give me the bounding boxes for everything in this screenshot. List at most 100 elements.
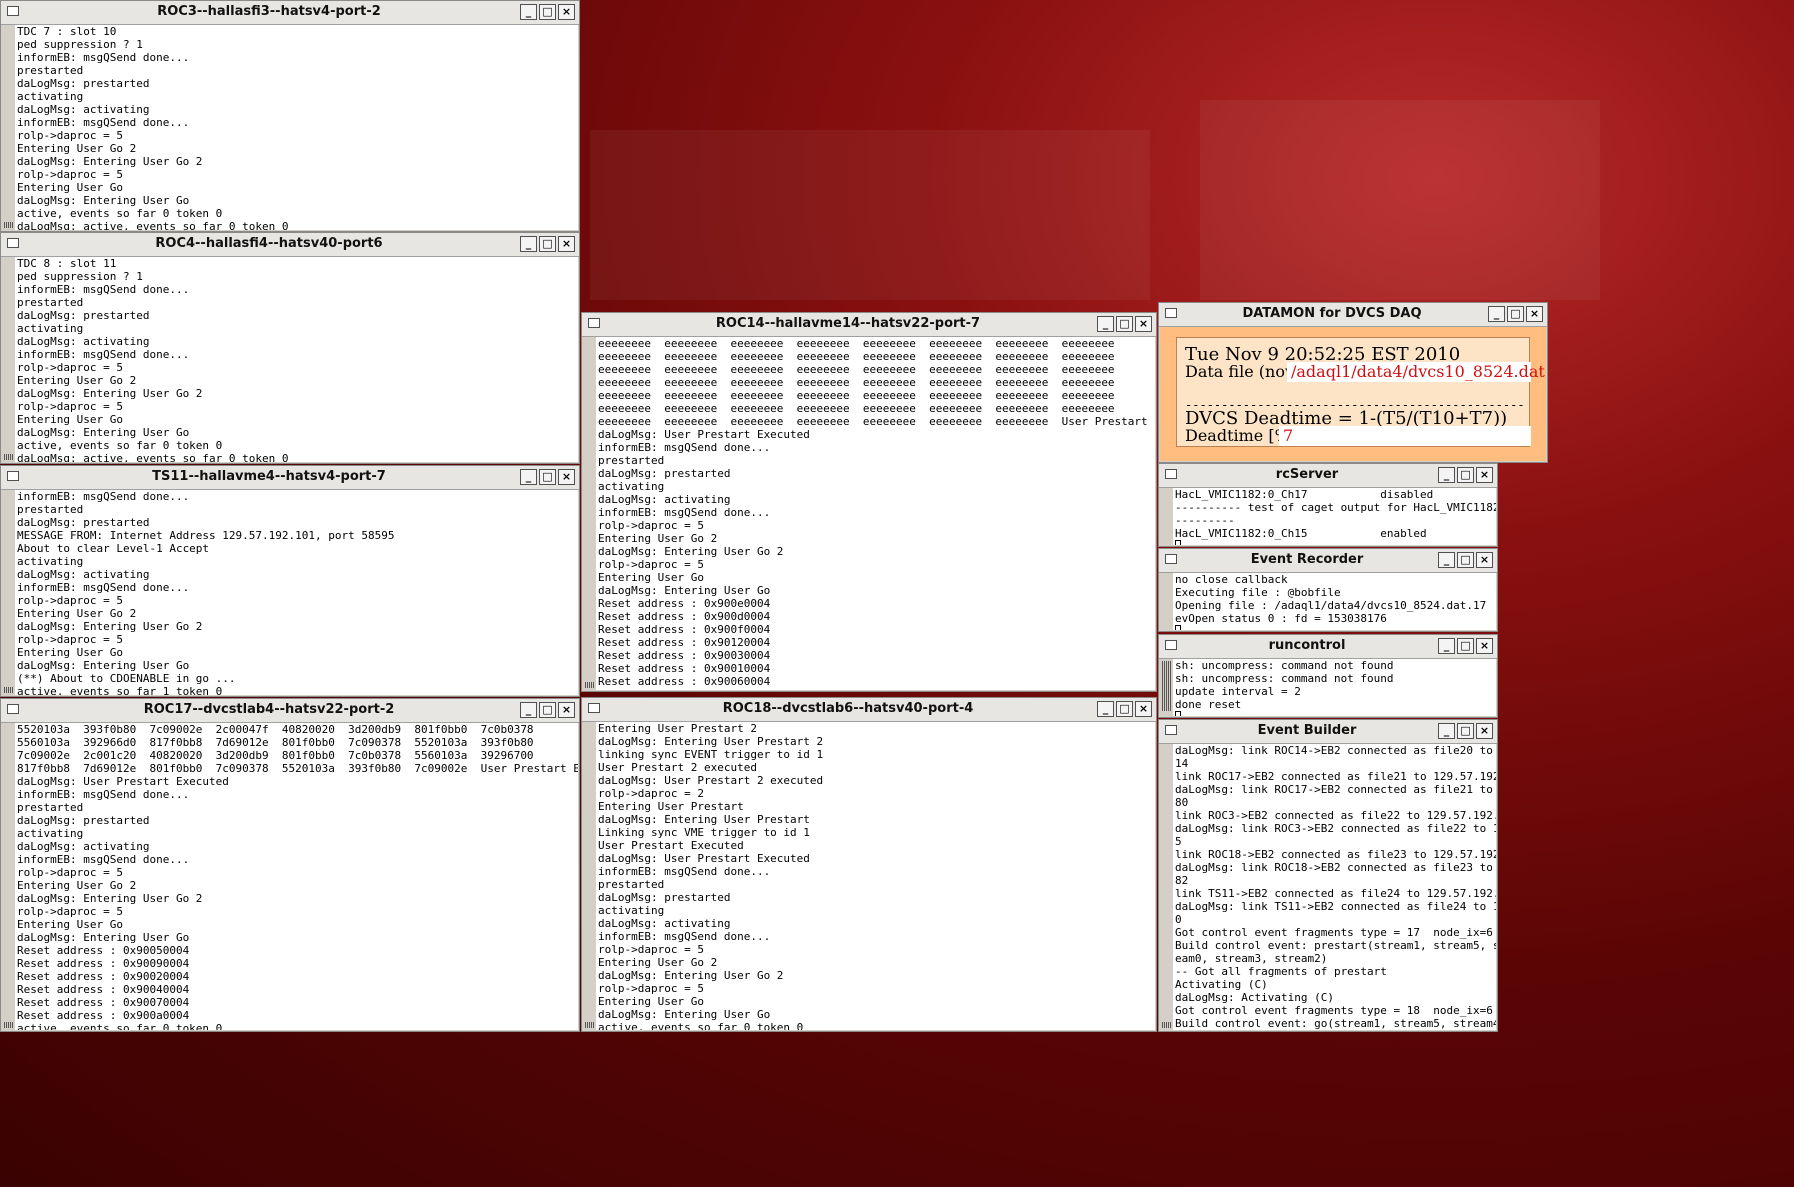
terminal-line: eeeeeeee eeeeeeee eeeeeeee eeeeeeee eeee…	[598, 389, 1115, 402]
window-menu-icon[interactable]	[1165, 308, 1177, 318]
scroll-grip-icon[interactable]	[4, 454, 13, 460]
maximize-button[interactable]: □	[539, 469, 556, 485]
window-menu-icon[interactable]	[1165, 469, 1177, 479]
minimize-button[interactable]: _	[1488, 306, 1505, 322]
minimize-button[interactable]: _	[1438, 552, 1455, 568]
scrollbar[interactable]	[1160, 488, 1173, 545]
scrollbar[interactable]	[2, 490, 15, 695]
title-bar[interactable]: ROC14--hallavme14--hatsv22-port-7 _ □ ×	[582, 313, 1156, 337]
terminal-line: daLogMsg: prestarted	[17, 516, 150, 529]
maximize-button[interactable]: □	[1457, 467, 1474, 483]
window-menu-icon[interactable]	[588, 703, 600, 713]
close-button[interactable]: ×	[558, 236, 575, 252]
scroll-grip-icon[interactable]	[4, 222, 13, 228]
window-menu-icon[interactable]	[588, 318, 600, 328]
terminal-output[interactable]: Entering User Prestart 2 daLogMsg: Enteri…	[598, 722, 1155, 1030]
terminal-line: daLogMsg: Entering User Go	[17, 659, 190, 672]
terminal-output[interactable]: TDC 7 : slot 10 ped suppression ? 1 inform…	[17, 25, 578, 230]
minimize-button[interactable]: _	[1438, 723, 1455, 739]
minimize-button[interactable]: _	[1097, 316, 1114, 332]
title-bar[interactable]: rcServer _ □ ×	[1159, 464, 1497, 488]
terminal-output[interactable]: HacL_VMIC1182:0_Ch17 disabled ---------- …	[1175, 488, 1496, 545]
terminal-line: sh: uncompress: command not found	[1175, 659, 1394, 672]
close-button[interactable]: ×	[1476, 638, 1493, 654]
close-button[interactable]: ×	[558, 4, 575, 20]
terminal-output[interactable]: daLogMsg: link ROC14->EB2 connected as f…	[1175, 744, 1496, 1030]
title-bar[interactable]: Event Builder _ □ ×	[1159, 720, 1497, 744]
title-bar[interactable]: TS11--hallavme4--hatsv4-port-7 _ □ ×	[1, 466, 579, 490]
close-button[interactable]: ×	[1526, 306, 1543, 322]
maximize-button[interactable]: □	[539, 236, 556, 252]
scrollbar[interactable]	[583, 337, 596, 690]
window-title: DATAMON for DVCS DAQ	[1242, 306, 1422, 321]
title-bar[interactable]: DATAMON for DVCS DAQ _ □ ×	[1159, 303, 1547, 327]
window-menu-icon[interactable]	[1165, 725, 1177, 735]
terminal-output[interactable]: TDC 8 : slot 11 ped suppression ? 1 inform…	[17, 257, 578, 462]
terminal-line: 5560103a 392966d0 817f0bb8 7d69012e 801f…	[17, 736, 534, 749]
close-button[interactable]: ×	[1135, 701, 1152, 717]
terminal-output[interactable]: eeeeeeee eeeeeeee eeeeeeee eeeeeeee eeee…	[598, 337, 1155, 690]
maximize-button[interactable]: □	[1457, 638, 1474, 654]
scroll-grip-icon[interactable]	[4, 687, 13, 693]
title-bar[interactable]: ROC17--dvcstlab4--hatsv22-port-2 _ □ ×	[1, 699, 579, 723]
scroll-grip-icon[interactable]	[4, 1022, 13, 1028]
scrollbar[interactable]	[583, 722, 596, 1030]
minimize-button[interactable]: _	[1438, 467, 1455, 483]
window-menu-icon[interactable]	[7, 6, 19, 16]
window-menu-icon[interactable]	[1165, 554, 1177, 564]
window-title: ROC3--hallasfi3--hatsv4-port-2	[157, 4, 381, 19]
scrollbar[interactable]	[1160, 573, 1173, 630]
scroll-grip-icon[interactable]	[585, 1022, 594, 1028]
title-bar[interactable]: runcontrol _ □ ×	[1159, 635, 1497, 659]
title-bar[interactable]: Event Recorder _ □ ×	[1159, 549, 1497, 573]
maximize-button[interactable]: □	[539, 4, 556, 20]
minimize-button[interactable]: _	[520, 702, 537, 718]
title-bar[interactable]: ROC3--hallasfi3--hatsv4-port-2 _ □ ×	[1, 1, 579, 25]
scroll-grip-icon[interactable]	[1162, 661, 1171, 711]
scrollbar[interactable]	[1160, 659, 1173, 716]
terminal-line: daLogMsg: Activating (C)	[1175, 991, 1334, 1004]
close-button[interactable]: ×	[558, 702, 575, 718]
minimize-button[interactable]: _	[520, 236, 537, 252]
scroll-grip-icon[interactable]	[1162, 1022, 1171, 1028]
minimize-button[interactable]: _	[1097, 701, 1114, 717]
close-button[interactable]: ×	[1476, 723, 1493, 739]
minimize-button[interactable]: _	[520, 4, 537, 20]
maximize-button[interactable]: □	[1457, 552, 1474, 568]
terminal-line: link ROC3->EB2 connected as file22 to 12…	[1175, 809, 1496, 822]
maximize-button[interactable]: □	[1507, 306, 1524, 322]
terminal-line: Reset address : 0x900e0004	[598, 597, 771, 610]
terminal-output[interactable]: no close callback Executing file : @bobfi…	[1175, 573, 1496, 630]
scrollbar[interactable]	[1160, 744, 1173, 1030]
terminal-output[interactable]: informEB: msgQSend done... prestarted daLo…	[17, 490, 578, 695]
scrollbar[interactable]	[2, 25, 15, 230]
maximize-button[interactable]: □	[1116, 701, 1133, 717]
ts11-window: TS11--hallavme4--hatsv4-port-7 _ □ × inform…	[0, 465, 580, 697]
roc17-window: ROC17--dvcstlab4--hatsv22-port-2 _ □ × 5520…	[0, 698, 580, 1032]
maximize-button[interactable]: □	[1116, 316, 1133, 332]
maximize-button[interactable]: □	[1457, 723, 1474, 739]
terminal-line: TDC 8 : slot 11	[17, 257, 117, 270]
terminal-line: rolp->daproc = 5	[598, 943, 704, 956]
maximize-button[interactable]: □	[539, 702, 556, 718]
roc14-window: ROC14--hallavme14--hatsv22-port-7 _ □ × eee…	[581, 312, 1157, 692]
terminal-line: daLogMsg: active, events so far 0 token …	[17, 452, 289, 462]
close-button[interactable]: ×	[558, 469, 575, 485]
window-menu-icon[interactable]	[7, 471, 19, 481]
minimize-button[interactable]: _	[1438, 638, 1455, 654]
scrollbar[interactable]	[2, 723, 15, 1030]
scrollbar[interactable]	[2, 257, 15, 462]
terminal-output[interactable]: sh: uncompress: command not found sh: unc…	[1175, 659, 1496, 716]
close-button[interactable]: ×	[1135, 316, 1152, 332]
minimize-button[interactable]: _	[520, 469, 537, 485]
scroll-grip-icon[interactable]	[585, 682, 594, 688]
terminal-output[interactable]: 5520103a 393f0b80 7c09002e 2c00047f 4082…	[17, 723, 578, 1030]
window-menu-icon[interactable]	[7, 238, 19, 248]
close-button[interactable]: ×	[1476, 467, 1493, 483]
terminal-line: informEB: msgQSend done...	[17, 51, 190, 64]
title-bar[interactable]: ROC4--hallasfi4--hatsv40-port6 _ □ ×	[1, 233, 579, 257]
title-bar[interactable]: ROC18--dvcstlab6--hatsv40-port-4 _ □ ×	[582, 698, 1156, 722]
close-button[interactable]: ×	[1476, 552, 1493, 568]
window-menu-icon[interactable]	[1165, 640, 1177, 650]
window-menu-icon[interactable]	[7, 704, 19, 714]
